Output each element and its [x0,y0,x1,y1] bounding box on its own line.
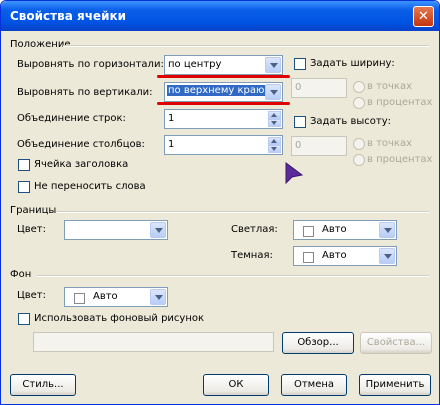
height-field[interactable]: 0 [291,136,347,156]
chevron-down-icon[interactable] [150,222,166,238]
light-color-value: Авто [322,224,347,235]
h-align-select[interactable]: по центру [164,55,283,75]
row-span-value: 1 [168,113,175,124]
chevron-down-icon[interactable] [265,84,281,100]
browse-button[interactable]: Обзор... [282,332,354,354]
height-percent-radio[interactable] [353,154,365,166]
height-value: 0 [295,140,302,151]
cell-properties-dialog: Свойства ячейки ✕ Положение Выровнять по… [0,0,440,405]
background-group-label: Фон [10,269,32,280]
background-divider [37,275,429,277]
color-swatch [303,226,314,237]
position-group-label: Положение [10,39,71,50]
chevron-down-icon[interactable] [379,222,395,238]
color-swatch [303,252,314,263]
v-align-label: Выровнять по вертикали: [17,87,153,98]
width-points-label: в точках [367,81,413,92]
height-points-label: в точках [367,138,413,149]
annotation-underline [157,75,290,78]
bg-color-label: Цвет: [17,290,47,301]
dark-color-value: Авто [322,250,347,261]
row-span-label: Объединение строк: [17,113,126,124]
border-color-select[interactable] [64,220,168,240]
spin-down-icon[interactable] [268,119,281,127]
row-span-stepper[interactable]: 1 [164,109,283,129]
col-span-label: Объединение столбцов: [17,139,145,150]
no-wrap-label: Не переносить слова [34,181,146,192]
col-span-value: 1 [168,139,175,150]
width-field[interactable]: 0 [291,78,347,98]
col-span-stepper[interactable]: 1 [164,135,283,155]
width-value: 0 [295,82,302,93]
bg-image-path-field[interactable] [33,332,274,352]
light-color-select[interactable]: Авто [293,220,397,240]
width-percent-radio[interactable] [353,97,365,109]
h-align-value: по центру [168,59,222,70]
color-swatch [74,293,85,304]
height-points-radio[interactable] [353,138,365,150]
chevron-down-icon[interactable] [150,289,166,305]
bg-color-select[interactable]: Авто [64,287,168,307]
spin-down-icon[interactable] [268,145,281,153]
borders-group-label: Границы [10,205,57,216]
h-align-label: Выровнять по горизонтали: [17,59,164,70]
border-color-label: Цвет: [17,224,47,235]
set-height-checkbox[interactable] [294,116,306,128]
properties-button[interactable]: Свойства... [360,332,432,354]
light-label: Светлая: [231,224,278,235]
mouse-cursor-icon [285,162,304,185]
spin-up-icon[interactable] [268,137,281,145]
set-width-checkbox[interactable] [294,58,306,70]
use-bg-image-checkbox[interactable] [18,313,30,325]
set-height-label: Задать высоту: [310,116,391,127]
annotation-underline [157,102,290,105]
close-button[interactable]: ✕ [413,6,434,27]
ok-button[interactable]: ОК [203,374,269,396]
borders-divider [57,211,429,213]
use-bg-image-label: Использовать фоновый рисунок [34,313,205,324]
style-button[interactable]: Стиль... [10,374,76,396]
header-cell-checkbox[interactable] [18,159,30,171]
position-divider [63,45,429,47]
width-points-radio[interactable] [353,81,365,93]
v-align-value: по верхнему краю [167,85,266,96]
no-wrap-checkbox[interactable] [18,181,30,193]
header-cell-label: Ячейка заголовка [34,159,129,170]
set-width-label: Задать ширину: [310,58,395,69]
title-bar[interactable]: Свойства ячейки ✕ [1,1,439,31]
spin-up-icon[interactable] [268,111,281,119]
dark-color-select[interactable]: Авто [293,246,397,266]
width-percent-label: в процентах [367,97,433,108]
cancel-button[interactable]: Отмена [281,374,347,396]
dialog-title: Свойства ячейки [10,9,127,23]
bg-color-value: Авто [93,291,118,302]
chevron-down-icon[interactable] [379,248,395,264]
chevron-down-icon[interactable] [265,57,281,73]
v-align-select[interactable]: по верхнему краю [164,82,283,102]
height-percent-label: в процентах [367,154,433,165]
dark-label: Темная: [231,250,273,261]
apply-button[interactable]: Применить [359,374,431,396]
